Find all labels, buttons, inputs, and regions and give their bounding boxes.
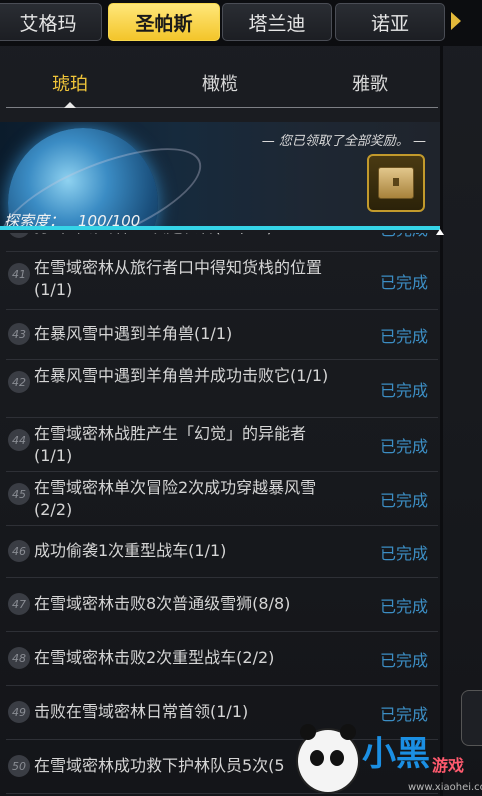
task-status: 已完成 bbox=[379, 437, 428, 456]
panda-logo-icon bbox=[296, 724, 360, 794]
task-description: 打击雪域密林13次走私者(13/13) bbox=[34, 233, 364, 238]
task-number-badge: 40 bbox=[8, 233, 30, 238]
task-description: 在暴风雪中遇到羊角兽并成功击败它(1/1) bbox=[34, 366, 329, 385]
watermark: 小黑 游戏 www.xiaohei.com bbox=[296, 720, 482, 796]
task-number-badge: 49 bbox=[8, 701, 30, 723]
task-number-badge: 45 bbox=[8, 483, 30, 505]
task-row[interactable]: 40 打击雪域密林13次走私者(13/13) 已完成 bbox=[6, 233, 438, 252]
app-root: 艾格玛 圣帕斯 塔兰迪 诺亚 琥珀 橄榄 雅歌 — 您已领取了全部奖励。 — 探… bbox=[0, 0, 482, 796]
task-row[interactable]: 45 在雪域密林单次冒险2次成功穿越暴风雪(2/2) 已完成 bbox=[6, 471, 438, 526]
task-description: 成功偷袭1次重型战车(1/1) bbox=[34, 541, 227, 560]
task-description: 在雪域密林单次冒险2次成功穿越暴风雪(2/2) bbox=[34, 478, 317, 519]
reward-status-text: — 您已领取了全部奖励。 — bbox=[261, 134, 426, 149]
task-number-badge: 50 bbox=[8, 755, 30, 777]
task-row[interactable]: 47 在雪域密林击败8次普通级雪狮(8/8) 已完成 bbox=[6, 577, 438, 632]
task-row[interactable]: 44 在雪域密林战胜产生「幻觉」的异能者(1/1) 已完成 bbox=[6, 417, 438, 472]
task-row[interactable]: 41 在雪域密林从旅行者口中得知货栈的位置(1/1) 已完成 bbox=[6, 251, 438, 310]
watermark-sub: 游戏 bbox=[432, 756, 465, 775]
task-number-badge: 42 bbox=[8, 371, 30, 393]
active-tab-pointer-icon bbox=[64, 102, 76, 108]
panel-edge bbox=[440, 46, 443, 796]
exploration-banner: — 您已领取了全部奖励。 — 探索度： 100/100 bbox=[0, 122, 440, 230]
region-tab-talandi[interactable]: 塔兰迪 bbox=[222, 3, 332, 41]
task-row[interactable]: 43 在暴风雪中遇到羊角兽(1/1) 已完成 bbox=[6, 309, 438, 360]
region-tab-bar: 艾格玛 圣帕斯 塔兰迪 诺亚 bbox=[0, 0, 482, 46]
task-description: 在雪域密林击败2次重型战车(2/2) bbox=[34, 648, 275, 667]
chest-icon bbox=[378, 167, 414, 199]
reward-chest-button[interactable] bbox=[367, 154, 425, 212]
region-tab-agema[interactable]: 艾格玛 bbox=[0, 3, 102, 41]
task-status: 已完成 bbox=[379, 273, 428, 292]
task-number-badge: 43 bbox=[8, 323, 30, 345]
region-tab-nuoya[interactable]: 诺亚 bbox=[335, 3, 445, 41]
next-region-arrow-icon[interactable] bbox=[451, 12, 461, 30]
task-status: 已完成 bbox=[379, 651, 428, 670]
task-status: 已完成 bbox=[379, 327, 428, 346]
task-description: 在暴风雪中遇到羊角兽(1/1) bbox=[34, 324, 233, 343]
task-description: 在雪域密林战胜产生「幻觉」的异能者(1/1) bbox=[34, 424, 307, 465]
task-number-badge: 46 bbox=[8, 540, 30, 562]
watermark-brand: 小黑 bbox=[362, 734, 430, 774]
task-number-badge: 47 bbox=[8, 593, 30, 615]
area-tab-bar: 琥珀 橄榄 雅歌 bbox=[0, 58, 440, 108]
task-status: 已完成 bbox=[380, 233, 428, 240]
task-description: 在雪域密林从旅行者口中得知货栈的位置(1/1) bbox=[34, 258, 323, 299]
task-status: 已完成 bbox=[379, 544, 428, 563]
task-status: 已完成 bbox=[379, 491, 428, 510]
watermark-url: www.xiaohei.com bbox=[408, 782, 482, 793]
exploration-progress-bar bbox=[0, 226, 440, 230]
tab-ganlan[interactable]: 橄榄 bbox=[160, 70, 280, 96]
task-number-badge: 41 bbox=[8, 263, 30, 285]
task-description: 在雪域密林击败8次普通级雪狮(8/8) bbox=[34, 594, 291, 613]
region-tab-shengpasi[interactable]: 圣帕斯 bbox=[108, 3, 220, 41]
exploration-progress-fill bbox=[0, 226, 440, 230]
task-row[interactable]: 46 成功偷袭1次重型战车(1/1) 已完成 bbox=[6, 525, 438, 578]
task-row[interactable]: 48 在雪域密林击败2次重型战车(2/2) 已完成 bbox=[6, 631, 438, 686]
task-number-badge: 48 bbox=[8, 647, 30, 669]
tab-hupo[interactable]: 琥珀 bbox=[10, 70, 130, 96]
tab-yage[interactable]: 雅歌 bbox=[310, 70, 430, 96]
task-row[interactable]: 42 在暴风雪中遇到羊角兽并成功击败它(1/1) 已完成 bbox=[6, 359, 438, 418]
task-status: 已完成 bbox=[379, 597, 428, 616]
task-list[interactable]: 40打击雪域密林13次走私者(13/13)已完成41在雪域密林从旅行者口中得知货… bbox=[0, 233, 440, 796]
task-number-badge: 44 bbox=[8, 429, 30, 451]
task-status: 已完成 bbox=[379, 381, 428, 400]
